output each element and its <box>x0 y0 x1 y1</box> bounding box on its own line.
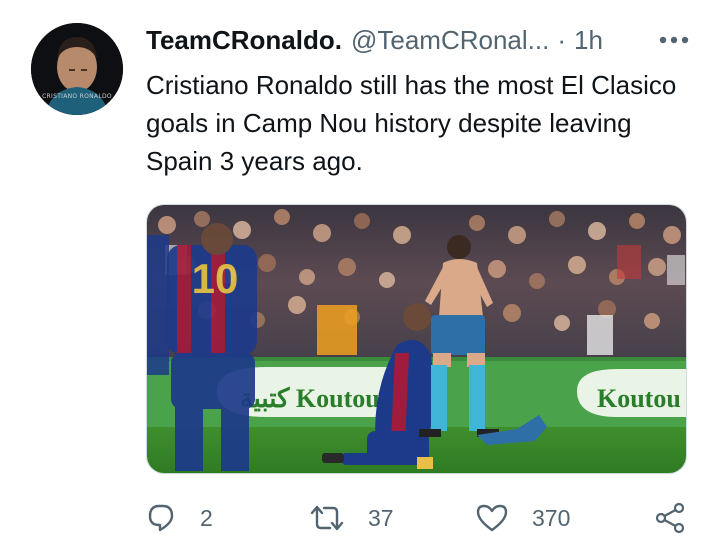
timestamp[interactable]: 1h <box>574 25 603 56</box>
user-handle[interactable]: @TeamCRonal... <box>351 25 549 56</box>
share-button[interactable] <box>654 498 686 538</box>
tweet-header: TeamCRonaldo. @TeamCRonal... · 1h <box>146 22 694 58</box>
board-text-2: Koutou <box>597 384 681 413</box>
retweet-button[interactable]: 37 <box>310 498 394 538</box>
separator-dot: · <box>557 24 567 55</box>
avatar-caption: CRISTIANO RONALDO <box>42 93 112 100</box>
share-icon <box>655 502 685 534</box>
avatar-image <box>31 23 123 115</box>
more-options-button[interactable] <box>654 26 694 54</box>
tweet[interactable]: CRISTIANO RONALDO TeamCRonaldo. @TeamCRo… <box>0 0 720 556</box>
avatar[interactable]: CRISTIANO RONALDO <box>31 23 123 115</box>
tweet-actions: 2 37 370 <box>146 498 694 538</box>
tweet-text: Cristiano Ronaldo still has the most El … <box>146 70 677 176</box>
jersey-number: 10 <box>192 255 239 302</box>
reply-count: 2 <box>200 504 213 531</box>
reply-button[interactable]: 2 <box>146 498 213 538</box>
more-dots-icon <box>659 36 689 44</box>
like-button[interactable]: 370 <box>476 498 570 538</box>
display-name[interactable]: TeamCRonaldo. <box>146 25 342 56</box>
football-photo: كتبية Koutoubia Koutou 10 <box>147 205 686 473</box>
heart-icon <box>476 504 508 532</box>
tweet-media-photo[interactable]: كتبية Koutoubia Koutou 10 <box>146 204 687 474</box>
reply-icon <box>148 504 174 532</box>
retweet-count: 37 <box>368 504 394 531</box>
like-count: 370 <box>532 504 571 531</box>
retweet-icon <box>310 505 344 531</box>
